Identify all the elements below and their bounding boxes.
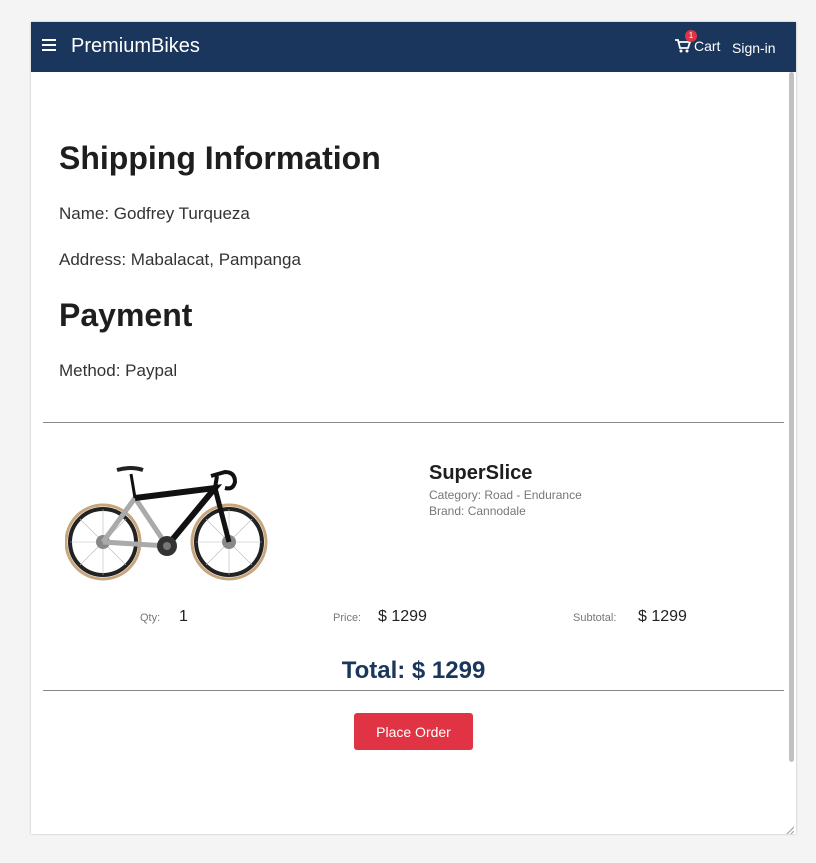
product-name[interactable]: SuperSlice [429, 462, 532, 485]
qty-value: 1 [179, 608, 188, 625]
payment-title: Payment [59, 297, 193, 333]
navbar: PremiumBikes 1 Cart Sign-in [31, 22, 796, 72]
shipping-address: Address: Mabalacat, Pampanga [59, 250, 301, 269]
order-total: Total: $ 1299 [341, 657, 486, 684]
resize-grip-icon[interactable] [784, 822, 795, 834]
cart-count-badge: 1 [685, 30, 697, 42]
road-bike-image [64, 458, 269, 582]
price-label: Price: [333, 612, 362, 624]
sign-in-link[interactable]: Sign-in [732, 40, 776, 56]
subtotal-label: Subtotal: [573, 612, 617, 624]
hamburger-menu-icon[interactable] [42, 39, 56, 52]
cart-label: Cart [694, 38, 721, 54]
payment-method: Method: Paypal [59, 361, 178, 380]
product-brand: Brand: Cannodale [429, 504, 526, 518]
browser-viewport: PremiumBikes 1 Cart Sign-in Shipping Inf… [31, 22, 796, 834]
shipping-name: Name: Godfrey Turqueza [59, 204, 250, 223]
cart-icon: 1 [675, 30, 697, 53]
place-order-button[interactable]: Place Order [354, 713, 473, 750]
brand-logo[interactable]: PremiumBikes [71, 35, 200, 58]
cart-link[interactable]: 1 Cart [675, 30, 721, 54]
summary-divider [43, 690, 784, 691]
qty-label: Qty: [140, 612, 161, 624]
shipping-title: Shipping Information [59, 140, 381, 176]
price-value: $ 1299 [378, 608, 427, 625]
product-category: Category: Road - Endurance [429, 488, 582, 502]
subtotal-value: $ 1299 [638, 608, 687, 625]
section-divider [43, 422, 784, 423]
